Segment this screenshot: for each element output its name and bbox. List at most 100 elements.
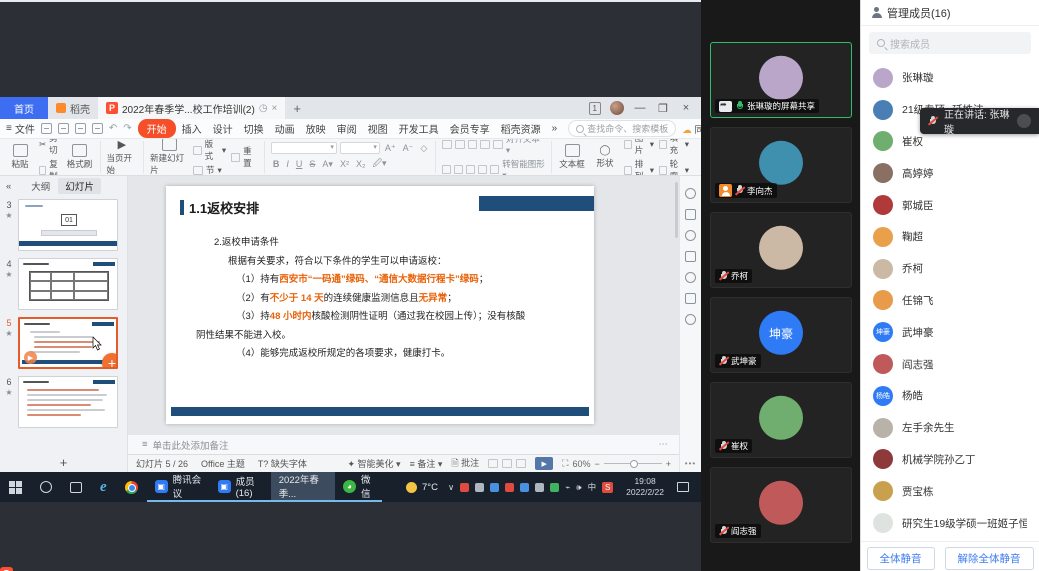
pane-more-icon[interactable]: •••	[685, 459, 696, 468]
print-icon[interactable]	[75, 123, 86, 134]
properties-icon[interactable]	[685, 188, 696, 199]
slide-thumbnail-4[interactable]: 4★	[2, 258, 123, 310]
highlight-button[interactable]: 🖉▾	[370, 156, 388, 172]
unmute-all-button[interactable]: 解除全体静音	[945, 547, 1034, 570]
tab-slides[interactable]: 幻灯片	[58, 178, 101, 194]
menu-item-transition[interactable]: 切换	[239, 119, 269, 138]
selection-pane-icon[interactable]	[685, 251, 696, 262]
start-button[interactable]	[0, 472, 31, 502]
undo-icon[interactable]: ↶	[109, 123, 117, 134]
member-row[interactable]: 贾宝栋	[861, 475, 1039, 507]
notes-bar[interactable]: ≡ 单击此处添加备注 ⋯	[128, 434, 679, 454]
video-tile-3[interactable]: 乔柯	[710, 212, 852, 288]
member-row[interactable]: 阎志强	[861, 348, 1039, 380]
reading-view-icon[interactable]	[516, 459, 526, 468]
arrange-button[interactable]: 排列 ▾	[624, 158, 654, 176]
add-slide-button[interactable]: +	[0, 452, 127, 472]
member-row[interactable]: 任锦飞	[861, 285, 1039, 317]
member-row[interactable]: 坤豪武坤豪	[861, 316, 1039, 348]
tray-icon-1[interactable]	[460, 483, 469, 492]
tab-close-icon[interactable]: ×	[272, 103, 278, 114]
comments-toggle[interactable]: 🗎 批注	[451, 456, 479, 472]
maximize-button[interactable]: ❐	[656, 102, 670, 115]
menu-item-animation[interactable]: 动画	[270, 119, 300, 138]
notes-toggle[interactable]: ≡ 备注 ▾	[410, 457, 443, 470]
menu-item-docer-res[interactable]: 稻壳资源	[496, 119, 546, 138]
tray-mic-icon[interactable]	[535, 483, 544, 492]
help-icon[interactable]	[685, 272, 696, 283]
export-icon[interactable]	[58, 123, 69, 134]
video-tile-6[interactable]: 阎志强	[710, 467, 852, 543]
zoom-level[interactable]: 60%	[572, 459, 590, 469]
settings-icon[interactable]	[685, 209, 696, 220]
sorter-view-icon[interactable]	[502, 459, 512, 468]
media-pane-icon[interactable]	[685, 293, 696, 304]
taskbar-app-members[interactable]: ▣成员(16)	[210, 472, 271, 502]
new-tab-button[interactable]: +	[285, 97, 309, 119]
member-row[interactable]: 研究生19级学硕一班姬子恒	[861, 507, 1039, 539]
taskbar-weather[interactable]: 7°C	[396, 472, 448, 502]
decrease-font-icon[interactable]: A⁻	[401, 143, 416, 154]
underline-button[interactable]: U	[294, 159, 305, 169]
action-center-icon[interactable]	[677, 482, 689, 492]
chrome-button[interactable]	[116, 472, 147, 502]
cortana-button[interactable]	[31, 472, 61, 502]
outline-button[interactable]: 轮廓 ▾	[659, 158, 689, 176]
format-painter-button[interactable]: 格式刷	[66, 144, 94, 170]
member-row[interactable]: 郭城臣	[861, 189, 1039, 221]
member-row[interactable]: 鞠超	[861, 221, 1039, 253]
superscript-button[interactable]: X²	[338, 159, 351, 169]
internet-explorer-button[interactable]: e	[91, 472, 116, 502]
member-row[interactable]: 高婷婷	[861, 157, 1039, 189]
close-button[interactable]: ×	[679, 102, 693, 114]
subscript-button[interactable]: X₂	[354, 159, 368, 169]
zoom-slider-knob[interactable]	[630, 460, 638, 468]
taskbar-app-meeting[interactable]: ▣腾讯会议	[147, 472, 210, 502]
menu-item-insert[interactable]: 插入	[177, 119, 207, 138]
menu-item-devtools[interactable]: 开发工具	[394, 119, 444, 138]
volume-icon[interactable]: 🕪	[576, 482, 581, 493]
account-avatar[interactable]	[610, 101, 624, 115]
menu-more-chevron[interactable]: »	[547, 121, 563, 136]
video-tile-sharing[interactable]: 张琳璇的屏幕共享	[710, 42, 852, 118]
smartart-button[interactable]: 转智能图形 ▾	[502, 158, 545, 176]
member-row[interactable]: 杨皓杨皓	[861, 380, 1039, 412]
taskbar-clock[interactable]: 19:082022/2/22	[619, 476, 671, 497]
slideshow-play-button[interactable]: ▶	[535, 457, 553, 470]
member-row[interactable]: 张琳璇	[861, 62, 1039, 94]
slide-thumbnail-3[interactable]: 3★ 01	[2, 199, 123, 251]
tray-icon-5[interactable]	[520, 483, 529, 492]
tab-document[interactable]: P 2022年春季学...校工作培训(2) ◷ ×	[98, 97, 285, 119]
strikethrough-button[interactable]: S	[307, 159, 317, 169]
network-icon[interactable]: ⌁	[565, 482, 570, 493]
slide-5[interactable]: 1.1返校安排 2.返校申请条件 根据有关要求，符合以下条件的学生可以申请返校：…	[166, 186, 594, 424]
save-icon[interactable]	[41, 123, 52, 134]
fit-slide-icon[interactable]: ⛶	[562, 458, 568, 469]
tab-docer[interactable]: 稻壳	[48, 97, 98, 119]
slide-body-text[interactable]: 2.返校申请条件 根据有关要求，符合以下条件的学生可以申请返校： （1）持有西安…	[214, 234, 580, 364]
menu-item-start[interactable]: 开始	[138, 119, 176, 138]
tray-icon-6[interactable]	[550, 483, 559, 492]
preview-icon[interactable]	[92, 123, 103, 134]
normal-view-icon[interactable]	[488, 459, 498, 468]
font-family-select[interactable]	[271, 142, 337, 154]
beautify-button[interactable]: ✦ 智能美化 ▾	[347, 457, 400, 470]
command-search-box[interactable]: 查找命令、搜索模板	[568, 120, 676, 137]
quick-add-slide-button[interactable]: +	[102, 353, 118, 369]
section-button[interactable]: 节 ▾	[193, 164, 226, 176]
reset-button[interactable]: 重置	[231, 145, 258, 169]
paste-button[interactable]: 粘贴	[6, 144, 34, 170]
animation-pane-icon[interactable]	[685, 230, 696, 241]
tray-icon-2[interactable]	[475, 483, 484, 492]
slide-thumbnail-5-current[interactable]: 5★ ▶ +	[2, 317, 123, 369]
ime-indicator[interactable]: 中	[588, 481, 597, 493]
video-tile-2[interactable]: 李向杰	[710, 127, 852, 203]
clear-format-icon[interactable]: ◇	[418, 143, 429, 154]
slide-canvas[interactable]: 1.1返校安排 2.返校申请条件 根据有关要求，符合以下条件的学生可以申请返校：…	[128, 176, 679, 434]
video-tile-4[interactable]: 坤豪 武坤豪	[710, 297, 852, 373]
taskbar-app-wps[interactable]: P2022年春季...	[271, 472, 335, 502]
font-color-button[interactable]: A▾	[320, 159, 335, 170]
copy-button[interactable]: 复制	[39, 158, 61, 176]
menu-file[interactable]: ≡文件	[6, 121, 35, 136]
layout-button[interactable]: 版式 ▾	[193, 139, 226, 162]
